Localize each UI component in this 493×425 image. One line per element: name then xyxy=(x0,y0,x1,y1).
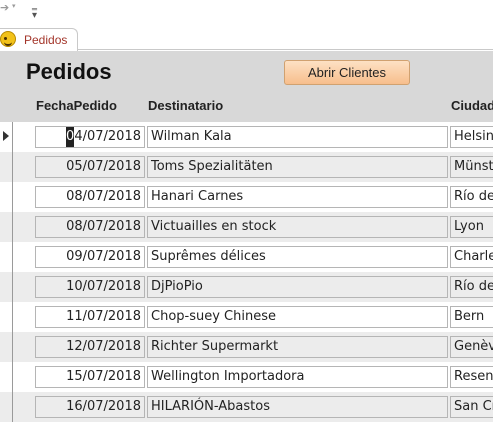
record-row[interactable]: 05/07/2018 Toms Spezialitäten Münster xyxy=(0,152,493,182)
record-row[interactable]: 09/07/2018 Suprêmes délices Charleroi xyxy=(0,242,493,272)
record-row[interactable]: 10/07/2018 DjPioPio Río de Janeiro xyxy=(0,272,493,302)
ciudad-field[interactable]: Genève xyxy=(450,336,493,358)
record-row[interactable]: 11/07/2018 Chop-suey Chinese Bern xyxy=(0,302,493,332)
fecha-pedido-field[interactable]: 10/07/2018 xyxy=(35,276,145,298)
destinatario-field[interactable]: Toms Spezialitäten xyxy=(147,156,448,178)
fecha-pedido-field[interactable]: 16/07/2018 xyxy=(35,396,145,418)
record-selector[interactable] xyxy=(0,272,13,302)
fecha-pedido-field[interactable]: 04/07/2018 xyxy=(35,126,145,148)
record-row[interactable]: 16/07/2018 HILARIÓN-Abastos San Cristóba… xyxy=(0,392,493,422)
document-tab-strip: Pedidos xyxy=(0,28,493,51)
ciudad-field[interactable]: Río de Janeiro xyxy=(450,186,493,208)
ciudad-field[interactable]: Helsinki xyxy=(450,126,493,148)
fecha-pedido-field[interactable]: 15/07/2018 xyxy=(35,366,145,388)
destinatario-field[interactable]: Wellington Importadora xyxy=(147,366,448,388)
customize-qat-icon[interactable]: ‗ ▾ xyxy=(32,1,37,21)
record-selector[interactable] xyxy=(0,302,13,332)
destinatario-field[interactable]: Suprêmes délices xyxy=(147,246,448,268)
ciudad-field[interactable]: Lyon xyxy=(450,216,493,238)
form-header: Pedidos Abrir Clientes FechaPedido Desti… xyxy=(0,51,493,122)
column-header-fechapedido: FechaPedido xyxy=(36,98,117,113)
fecha-pedido-field[interactable]: 05/07/2018 xyxy=(35,156,145,178)
record-row[interactable]: 04/07/2018 Wilman Kala Helsinki xyxy=(0,122,493,152)
fecha-pedido-value: 4/07/2018 xyxy=(74,129,141,144)
destinatario-field[interactable]: Victuailles en stock xyxy=(147,216,448,238)
record-row[interactable]: 08/07/2018 Victuailles en stock Lyon xyxy=(0,212,493,242)
record-selector[interactable] xyxy=(0,242,13,272)
abrir-clientes-button[interactable]: Abrir Clientes xyxy=(284,60,410,85)
fecha-pedido-field[interactable]: 08/07/2018 xyxy=(35,186,145,208)
destinatario-field[interactable]: Chop-suey Chinese xyxy=(147,306,448,328)
column-header-destinatario: Destinatario xyxy=(148,98,224,113)
fecha-pedido-field[interactable]: 11/07/2018 xyxy=(35,306,145,328)
fecha-pedido-field[interactable]: 09/07/2018 xyxy=(35,246,145,268)
ciudad-field[interactable]: San Cristóbal xyxy=(450,396,493,418)
record-selector[interactable] xyxy=(0,182,13,212)
record-row[interactable]: 12/07/2018 Richter Supermarkt Genève xyxy=(0,332,493,362)
record-selector[interactable] xyxy=(0,362,13,392)
tab-label: Pedidos xyxy=(24,33,68,47)
fecha-pedido-field[interactable]: 08/07/2018 xyxy=(35,216,145,238)
column-header-ciudad: Ciudad xyxy=(451,98,493,113)
tab-pedidos[interactable]: Pedidos xyxy=(0,28,78,51)
form-title: Pedidos xyxy=(26,59,112,84)
quick-access-toolbar: ➔ ▾ ‗ ▾ xyxy=(0,0,493,22)
destinatario-field[interactable]: DjPioPio xyxy=(147,276,448,298)
form-smiley-icon xyxy=(0,31,16,47)
current-record-arrow-icon xyxy=(3,131,9,141)
ciudad-field[interactable]: Resende xyxy=(450,366,493,388)
record-selector[interactable] xyxy=(0,212,13,242)
record-selector[interactable] xyxy=(0,152,13,182)
undo-dropdown-icon[interactable]: ▾ xyxy=(12,2,16,10)
destinatario-field[interactable]: HILARIÓN-Abastos xyxy=(147,396,448,418)
destinatario-field[interactable]: Wilman Kala xyxy=(147,126,448,148)
record-selector[interactable] xyxy=(0,332,13,362)
destinatario-field[interactable]: Hanari Carnes xyxy=(147,186,448,208)
destinatario-field[interactable]: Richter Supermarkt xyxy=(147,336,448,358)
record-selector[interactable] xyxy=(0,122,13,152)
ciudad-field[interactable]: Bern xyxy=(450,306,493,328)
undo-arrow-icon[interactable]: ➔ xyxy=(0,1,9,14)
ciudad-field[interactable]: Río de Janeiro xyxy=(450,276,493,298)
record-selector[interactable] xyxy=(0,392,13,422)
fecha-pedido-field[interactable]: 12/07/2018 xyxy=(35,336,145,358)
record-row[interactable]: 15/07/2018 Wellington Importadora Resend… xyxy=(0,362,493,392)
ciudad-field[interactable]: Münster xyxy=(450,156,493,178)
form-detail: 04/07/2018 Wilman Kala Helsinki 05/07/20… xyxy=(0,122,493,425)
ciudad-field[interactable]: Charleroi xyxy=(450,246,493,268)
record-row[interactable]: 08/07/2018 Hanari Carnes Río de Janeiro xyxy=(0,182,493,212)
